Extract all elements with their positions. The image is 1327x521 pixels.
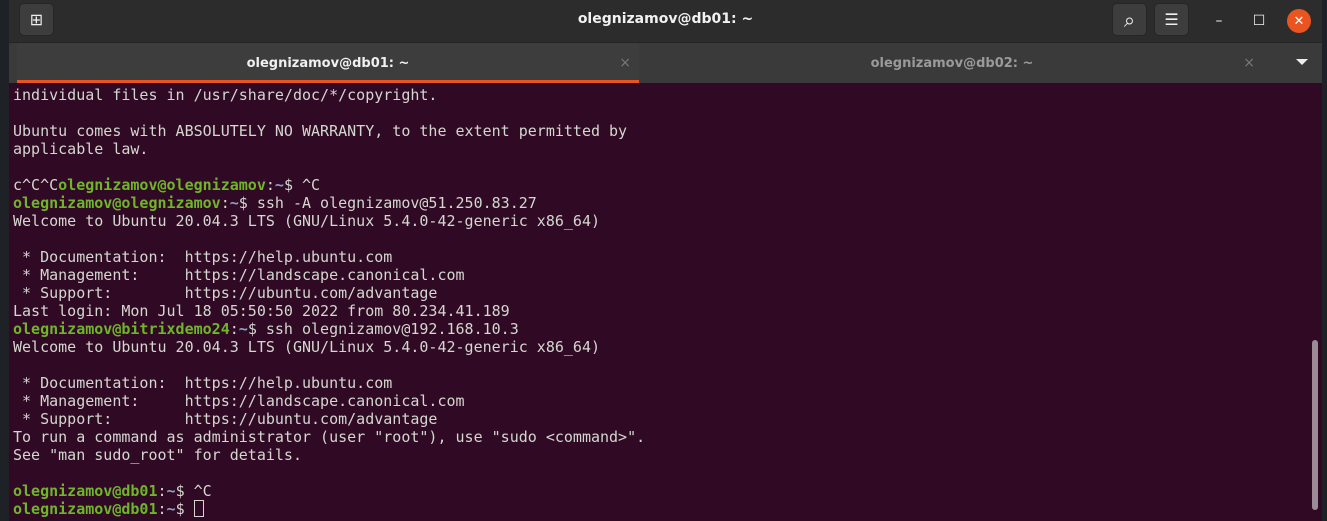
- terminal-line: olegnizamov@bitrixdemo24:~$ ssh olegniza…: [13, 320, 645, 338]
- terminal-line: individual files in /usr/share/doc/*/cop…: [13, 86, 645, 104]
- tab-db01[interactable]: olegnizamov@db01: ~ ×: [17, 43, 639, 83]
- prompt-separator: :: [229, 320, 239, 338]
- prompt-path: ~: [229, 194, 239, 212]
- output-text: * Documentation: https://help.ubuntu.com: [13, 374, 393, 392]
- prompt-path: ~: [238, 320, 248, 338]
- output-text: Welcome to Ubuntu 20.04.3 LTS (GNU/Linux…: [13, 338, 600, 356]
- terminal-line: * Management: https://landscape.canonica…: [13, 266, 645, 284]
- tab-label: olegnizamov@db01: ~: [246, 55, 410, 71]
- prompt-separator: :: [157, 500, 167, 518]
- prompt-user-host: olegnizamov@olegnizamov: [58, 176, 266, 194]
- prompt-path: ~: [166, 500, 176, 518]
- output-text: Welcome to Ubuntu 20.04.3 LTS (GNU/Linux…: [13, 212, 600, 230]
- prompt-separator: :: [265, 176, 275, 194]
- output-text: See "man sudo_root" for details.: [13, 446, 302, 464]
- menu-button[interactable]: ☰: [1154, 3, 1189, 36]
- terminal-line: See "man sudo_root" for details.: [13, 446, 645, 464]
- output-text: individual files in /usr/share/doc/*/cop…: [13, 86, 438, 104]
- scrollbar-thumb[interactable]: [1312, 340, 1318, 510]
- tab-db02[interactable]: olegnizamov@db02: ~ ×: [641, 43, 1263, 83]
- line-prefix: c^C^C: [13, 176, 59, 194]
- terminal-line: To run a command as administrator (user …: [13, 428, 645, 446]
- command-text: $ ssh -A olegnizamov@51.250.83.27: [238, 194, 537, 212]
- prompt-user-host: olegnizamov@olegnizamov: [13, 194, 221, 212]
- prompt-separator: :: [157, 482, 167, 500]
- prompt-user-host: olegnizamov@db01: [13, 500, 158, 518]
- tab-label: olegnizamov@db02: ~: [870, 55, 1034, 71]
- output-text: applicable law.: [13, 140, 149, 158]
- terminal-line: * Management: https://landscape.canonica…: [13, 392, 645, 410]
- search-icon: ⌕: [1123, 7, 1136, 32]
- maximize-icon: ☐: [1252, 13, 1266, 29]
- terminal-line: * Support: https://ubuntu.com/advantage: [13, 410, 645, 428]
- terminal-window: ⊞ olegnizamov@db01: ~ ⌕ ☰ – ☐ ✕ olegniza…: [9, 0, 1322, 521]
- minimize-icon: –: [1215, 13, 1223, 29]
- output-text: Last login: Mon Jul 18 05:50:50 2022 fro…: [13, 302, 510, 320]
- terminal-line: Ubuntu comes with ABSOLUTELY NO WARRANTY…: [13, 122, 645, 140]
- prompt-user-host: olegnizamov@db01: [13, 482, 158, 500]
- terminal-line: olegnizamov@db01:~$: [13, 500, 645, 518]
- terminal-output[interactable]: individual files in /usr/share/doc/*/cop…: [13, 86, 645, 518]
- close-button[interactable]: ✕: [1287, 9, 1311, 33]
- output-text: To run a command as administrator (user …: [13, 428, 646, 446]
- output-text: * Management: https://landscape.canonica…: [13, 266, 465, 284]
- prompt-path: ~: [166, 482, 176, 500]
- terminal-line: Welcome to Ubuntu 20.04.3 LTS (GNU/Linux…: [13, 338, 645, 356]
- tab-bar: olegnizamov@db01: ~ × olegnizamov@db02: ~…: [9, 43, 1322, 83]
- close-icon: ✕: [1293, 13, 1305, 29]
- terminal-line: * Support: https://ubuntu.com/advantage: [13, 284, 645, 302]
- tab-close-icon[interactable]: ×: [1243, 55, 1255, 71]
- command-text: $: [175, 500, 194, 518]
- search-button[interactable]: ⌕: [1112, 3, 1147, 36]
- command-text: $ ^C: [283, 176, 321, 194]
- minimize-button[interactable]: –: [1207, 9, 1231, 33]
- text-cursor: [193, 500, 204, 517]
- tab-list-dropdown-icon[interactable]: [1296, 59, 1308, 65]
- terminal-line: * Documentation: https://help.ubuntu.com: [13, 248, 645, 266]
- terminal-line: Last login: Mon Jul 18 05:50:50 2022 fro…: [13, 302, 645, 320]
- prompt-user-host: olegnizamov@bitrixdemo24: [13, 320, 230, 338]
- output-text: * Support: https://ubuntu.com/advantage: [13, 410, 438, 428]
- terminal-line: applicable law.: [13, 140, 645, 158]
- terminal-line: olegnizamov@db01:~$ ^C: [13, 482, 645, 500]
- title-bar: ⊞ olegnizamov@db01: ~ ⌕ ☰ – ☐ ✕: [9, 0, 1322, 43]
- output-text: * Management: https://landscape.canonica…: [13, 392, 465, 410]
- tab-close-icon[interactable]: ×: [619, 55, 631, 71]
- terminal-line: c^C^Colegnizamov@olegnizamov:~$ ^C: [13, 176, 645, 194]
- hamburger-menu-icon: ☰: [1164, 10, 1179, 29]
- prompt-path: ~: [274, 176, 284, 194]
- prompt-separator: :: [220, 194, 230, 212]
- output-text: * Support: https://ubuntu.com/advantage: [13, 284, 438, 302]
- terminal-line: * Documentation: https://help.ubuntu.com: [13, 374, 645, 392]
- terminal-line: Welcome to Ubuntu 20.04.3 LTS (GNU/Linux…: [13, 212, 645, 230]
- output-text: * Documentation: https://help.ubuntu.com: [13, 248, 393, 266]
- output-text: Ubuntu comes with ABSOLUTELY NO WARRANTY…: [13, 122, 628, 140]
- command-text: $ ssh olegnizamov@192.168.10.3: [247, 320, 519, 338]
- terminal-line: olegnizamov@olegnizamov:~$ ssh -A olegni…: [13, 194, 645, 212]
- command-text: $ ^C: [175, 482, 212, 500]
- maximize-button[interactable]: ☐: [1247, 9, 1271, 33]
